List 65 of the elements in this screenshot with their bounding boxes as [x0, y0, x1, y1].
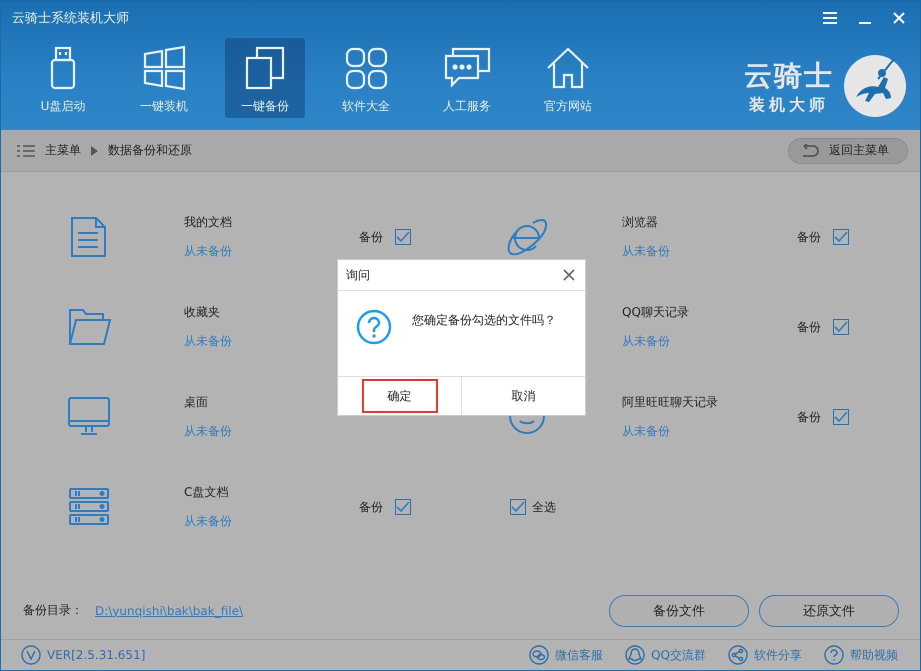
backup-status: 从未备份: [622, 243, 671, 260]
status-link[interactable]: 微信客服: [529, 645, 604, 665]
backup-label: 备份: [797, 318, 821, 336]
nav-tab[interactable]: 人工服务: [427, 38, 507, 118]
nav-tab[interactable]: 一键备份: [225, 38, 305, 118]
backup-files-button[interactable]: 备份文件: [609, 594, 749, 626]
item-name: 我的文档: [184, 214, 233, 231]
restore-files-button[interactable]: 还原文件: [759, 594, 899, 626]
help-icon: [824, 645, 844, 665]
logo-title: 云骑士: [744, 58, 834, 94]
backup-dir-label: 备份目录：: [23, 602, 83, 619]
breadcrumb-item[interactable]: 主菜单: [45, 142, 81, 159]
confirm-button[interactable]: 确定: [362, 379, 438, 413]
nav-tab[interactable]: 软件大全: [326, 38, 406, 118]
item-name: 阿里旺旺聊天记录: [622, 394, 719, 411]
smile-icon: [508, 415, 546, 435]
backup-label: 备份: [359, 498, 383, 516]
server-icon: [66, 486, 112, 528]
close-icon[interactable]: [563, 269, 575, 281]
item-name: QQ聊天记录: [622, 304, 690, 321]
dialog-message: 您确定备份勾选的文件吗？: [412, 312, 556, 329]
backup-status: 从未备份: [622, 423, 671, 440]
item-name: C盘文档: [184, 484, 230, 501]
backup-status: 从未备份: [622, 333, 671, 350]
monitor-icon: [66, 396, 112, 438]
backup-status: 从未备份: [184, 333, 233, 350]
select-all-label: 全选: [532, 498, 556, 516]
status-link[interactable]: 软件分享: [728, 645, 802, 665]
qq-icon: [625, 645, 646, 665]
knight-logo-icon: [842, 53, 908, 119]
backup-status: 从未备份: [184, 243, 233, 260]
backup-label: 备份: [797, 228, 821, 246]
backup-checkbox[interactable]: [833, 319, 849, 335]
backup-dir-link[interactable]: D:\yunqishi\bak\bak_file\: [95, 604, 244, 618]
version-text: VER[2.5.31.651]: [47, 648, 146, 662]
folder-icon: [66, 306, 112, 348]
item-name: 桌面: [184, 394, 209, 411]
nav-tab[interactable]: 一键装机: [124, 38, 204, 118]
nav-tab[interactable]: U盘启动: [23, 38, 103, 118]
backup-status: 从未备份: [184, 513, 233, 530]
logo-subtitle: 装机大师: [749, 94, 829, 116]
chevron-icon: [91, 146, 98, 156]
list-icon: [17, 144, 35, 158]
breadcrumb-item: 数据备份和还原: [108, 142, 192, 159]
backup-label: 备份: [359, 228, 383, 246]
question-icon: [356, 309, 392, 345]
item-name: 收藏夹: [184, 304, 221, 321]
backup-checkbox[interactable]: [833, 409, 849, 425]
window-title: 云骑士系统装机大师: [12, 10, 129, 27]
share-icon: [728, 645, 748, 665]
back-button[interactable]: 返回主菜单: [788, 138, 908, 164]
item-name: 浏览器: [622, 214, 659, 231]
version-icon: [21, 645, 41, 665]
wechat-icon: [529, 645, 550, 665]
nav-tab[interactable]: 官方网站: [528, 38, 608, 118]
backup-checkbox[interactable]: [395, 499, 411, 515]
backup-status: 从未备份: [184, 423, 233, 440]
status-link[interactable]: QQ交流群: [625, 645, 706, 665]
menu-icon[interactable]: [822, 11, 838, 25]
backup-label: 备份: [797, 408, 821, 426]
backup-checkbox[interactable]: [833, 229, 849, 245]
status-link[interactable]: 帮助视频: [824, 645, 898, 665]
select-all-checkbox[interactable]: [510, 499, 526, 515]
backup-checkbox[interactable]: [395, 229, 411, 245]
dialog-title: 询问: [346, 266, 370, 284]
